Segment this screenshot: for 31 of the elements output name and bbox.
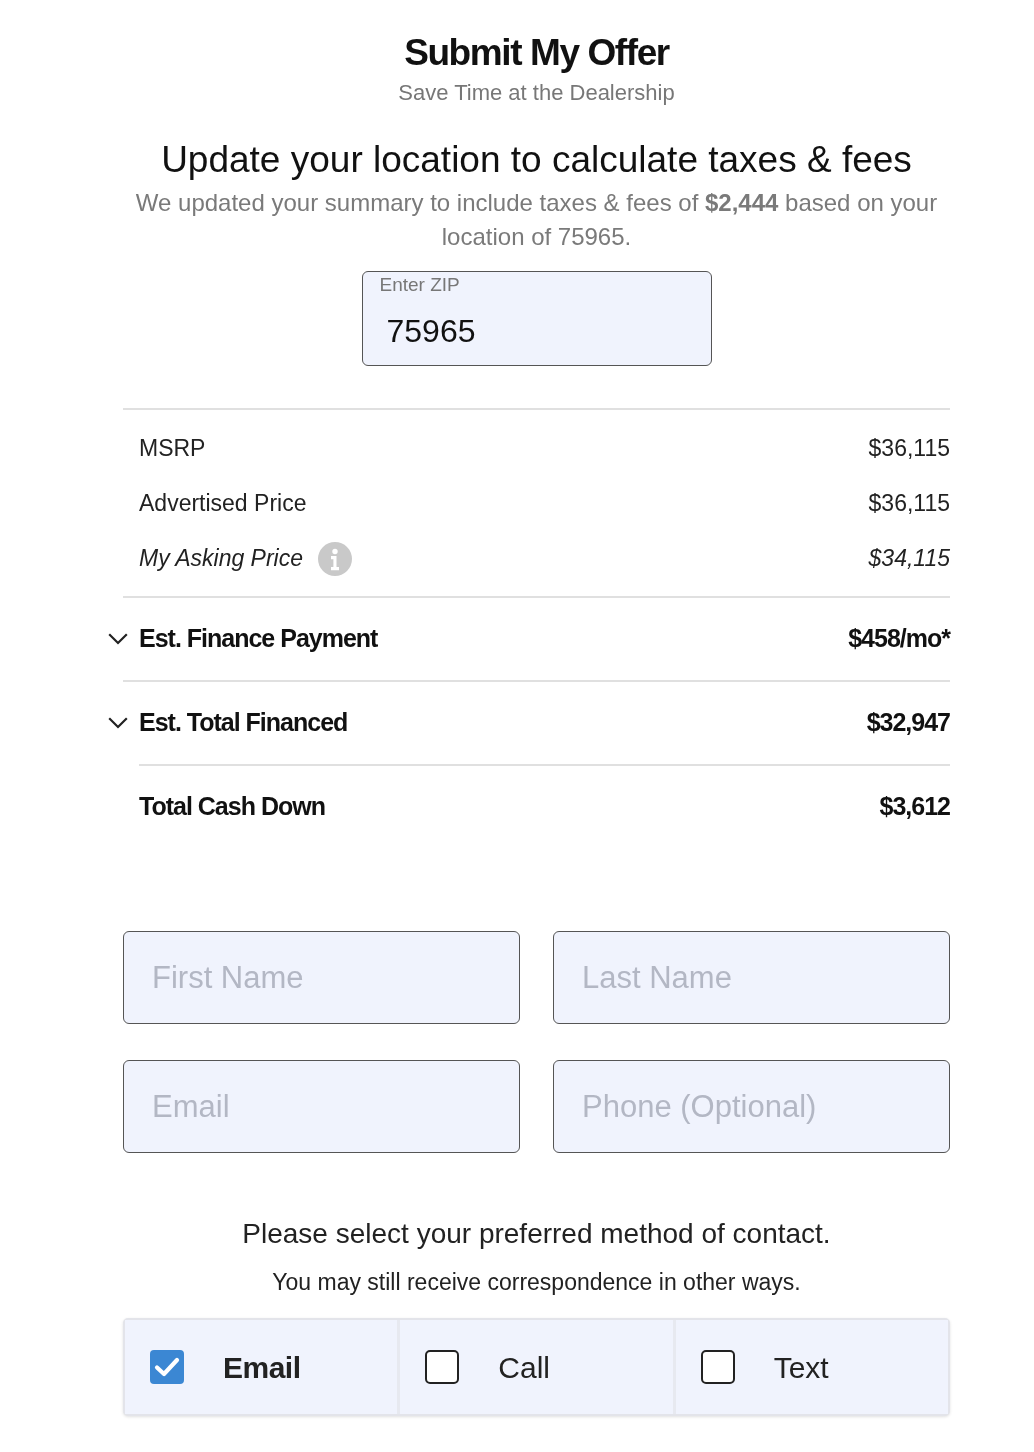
contact-note: You may still receive correspondence in other ways. xyxy=(271,1268,802,1297)
checkbox[interactable] xyxy=(425,1350,460,1384)
contact-option[interactable]: Call xyxy=(400,1320,673,1414)
summary-label: Est. Finance Payment xyxy=(139,623,378,655)
page-subtitle: Save Time at the Dealership xyxy=(397,79,676,107)
price-value: $36,115 xyxy=(868,434,950,464)
price-label: MSRP xyxy=(139,434,206,464)
chevron-down-icon[interactable] xyxy=(108,633,128,645)
checkbox[interactable] xyxy=(700,1350,735,1384)
summary-value: $3,612 xyxy=(879,791,950,823)
chevron-down-icon[interactable] xyxy=(108,717,128,729)
summary-value: $32,947 xyxy=(866,707,950,739)
contact-option[interactable]: Text xyxy=(675,1320,948,1414)
price-label: Advertised Price xyxy=(139,489,307,519)
summary-value: $458/mo* xyxy=(848,623,950,655)
summary-label: Est. Total Financed xyxy=(139,707,348,739)
page-title: Submit My Offer xyxy=(403,31,671,75)
price-value: $34,115 xyxy=(868,544,950,574)
field-label: Enter ZIP xyxy=(379,273,460,297)
contact-question: Please select your preferred method of contact. xyxy=(241,1217,832,1251)
input-field[interactable]: First Name xyxy=(123,931,520,1024)
input-field[interactable]: Email xyxy=(123,1060,520,1153)
checkbox[interactable] xyxy=(150,1350,184,1384)
input-field[interactable]: Phone (Optional) xyxy=(553,1060,950,1153)
summary-label: Total Cash Down xyxy=(139,791,325,823)
price-value: $36,115 xyxy=(868,489,950,519)
price-label: My Asking Price xyxy=(139,544,304,574)
location-message: We updated your summary to include taxes & fees of $2,444 based on your location of 75965. xyxy=(134,188,939,252)
input-field[interactable]: Last Name xyxy=(553,931,950,1024)
contact-option[interactable]: Email xyxy=(125,1320,398,1414)
section-heading: Update your location to calculate taxes & fees xyxy=(160,138,913,182)
